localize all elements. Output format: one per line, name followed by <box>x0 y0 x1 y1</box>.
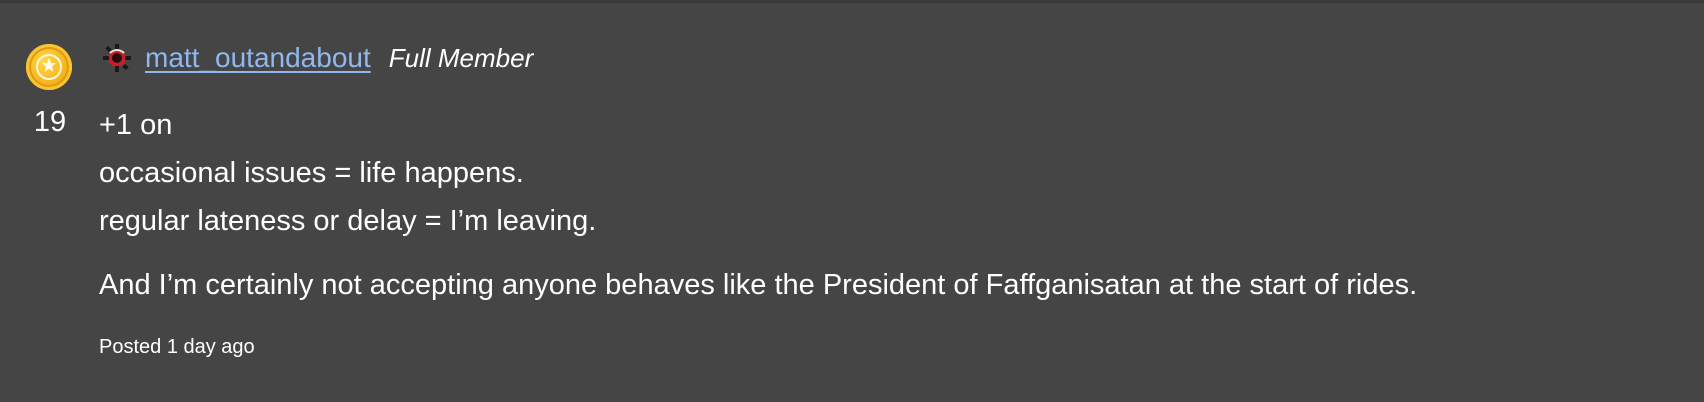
avatar-emblem-icon <box>99 40 135 76</box>
post-content: +1 on occasional issues = life happens. … <box>99 101 1689 309</box>
content-line: regular lateness or delay = I’m leaving. <box>99 205 597 237</box>
post-sidebar: 19 <box>26 44 74 138</box>
vote-count: 19 <box>33 106 67 138</box>
member-role-label: Full Member <box>388 42 534 73</box>
content-line: +1 on <box>99 109 173 141</box>
posted-timestamp: Posted 1 day ago <box>99 336 255 358</box>
username-link[interactable]: matt_outandabout <box>145 42 371 74</box>
post-header: matt_outandabout Full Member <box>99 38 533 78</box>
forum-post: 19 matt_outandabout Full Member +1 on oc… <box>0 0 1704 402</box>
content-paragraph: And I’m certainly not accepting anyone b… <box>99 269 1418 301</box>
gold-rank-coin-icon <box>26 44 72 90</box>
content-line: occasional issues = life happens. <box>99 157 524 189</box>
